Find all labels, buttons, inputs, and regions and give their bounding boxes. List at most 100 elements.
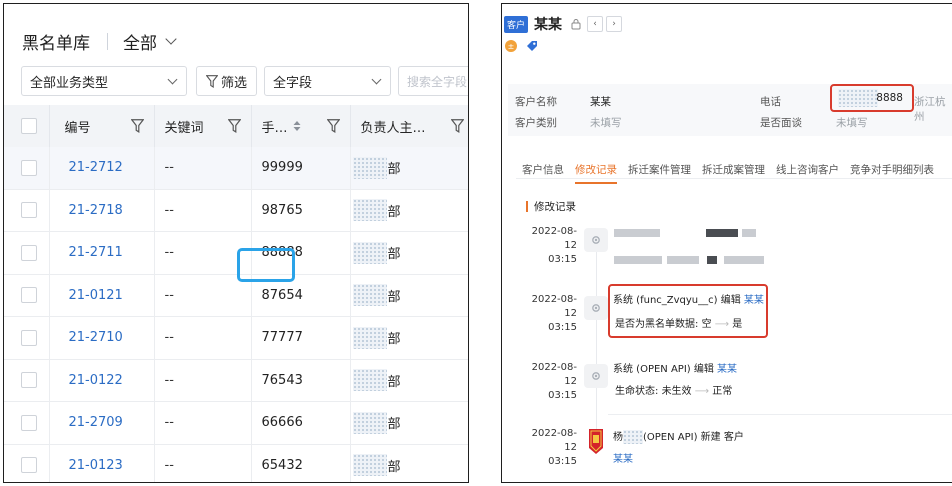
select-all-checkbox[interactable] bbox=[21, 118, 37, 134]
next-record-button[interactable]: › bbox=[606, 16, 623, 32]
table-row[interactable]: 21-0121 -- 87654 部 bbox=[4, 274, 468, 317]
column-header-phone: 手… bbox=[251, 105, 351, 147]
redacted-owner bbox=[352, 284, 387, 307]
redacted-owner bbox=[352, 411, 387, 434]
event-time: 03:15 bbox=[548, 322, 577, 333]
event-target-link[interactable]: 某某 bbox=[744, 295, 764, 306]
field-label: 电话 bbox=[760, 96, 781, 108]
tab-demolition-cases[interactable]: 拆迁案件管理 bbox=[628, 162, 691, 177]
row-checkbox-cell bbox=[4, 444, 50, 482]
visit-value: 未填写 bbox=[836, 117, 868, 129]
phone-cell: 66666 bbox=[261, 415, 303, 431]
event-actor: 系统 (func_Zvqyu__c) 编辑 bbox=[613, 295, 741, 306]
row-checkbox-cell bbox=[4, 359, 50, 402]
sort-icon[interactable] bbox=[292, 120, 302, 132]
tab-online-consult[interactable]: 线上咨询客户 bbox=[776, 162, 839, 177]
record-id-link[interactable]: 21-0122 bbox=[50, 373, 123, 388]
record-id-link[interactable]: 21-2718 bbox=[50, 203, 123, 218]
event-target-link[interactable]: 某某 bbox=[613, 454, 633, 465]
table-row[interactable]: 21-2718 -- 98765 部 bbox=[4, 189, 468, 232]
event-target-link[interactable]: 某某 bbox=[717, 364, 737, 375]
filter-icon[interactable] bbox=[130, 119, 144, 133]
phone-highlight-box: 8888 bbox=[830, 84, 914, 112]
table-row[interactable]: 21-0123 -- 65432 部 bbox=[4, 444, 468, 482]
row-checkbox[interactable] bbox=[21, 457, 37, 474]
record-id-link[interactable]: 21-0123 bbox=[50, 458, 123, 473]
column-header-owner: 负责人主… bbox=[350, 105, 468, 147]
table-row[interactable]: 21-2709 -- 66666 部 bbox=[4, 401, 468, 445]
redacted-text bbox=[667, 256, 699, 264]
changed-field: 生命状态: bbox=[615, 386, 659, 397]
phone-tail-value: 8888 bbox=[876, 92, 903, 104]
prev-record-button[interactable]: ‹ bbox=[587, 16, 604, 32]
keyword-cell: -- bbox=[164, 160, 174, 176]
row-checkbox[interactable] bbox=[21, 372, 37, 389]
table-row[interactable]: 21-0122 -- 76543 部 bbox=[4, 359, 468, 402]
event-summary: 系统 (func_Zvqyu__c) 编辑 某某 bbox=[613, 294, 764, 308]
record-id-link[interactable]: 21-2709 bbox=[50, 415, 123, 430]
field-label: 客户名称 bbox=[515, 96, 557, 108]
record-id-link[interactable]: 21-0121 bbox=[50, 288, 123, 303]
keyword-cell: -- bbox=[164, 415, 174, 431]
filter-icon[interactable] bbox=[326, 119, 340, 133]
owner-dept: 部 bbox=[387, 162, 401, 178]
redacted-phone bbox=[838, 89, 878, 107]
phone-cell: 99999 bbox=[261, 160, 303, 176]
event-date: 2022-08-12 bbox=[531, 362, 577, 387]
event-summary: 杨 (OPEN API) 新建 客户 bbox=[613, 430, 744, 445]
table-row[interactable]: 21-2712 -- 99999 部 bbox=[4, 147, 468, 190]
owner-dept: 部 bbox=[387, 459, 401, 475]
record-id-link[interactable]: 21-2712 bbox=[50, 160, 123, 175]
arrow-right-icon: ⟶ bbox=[694, 386, 710, 397]
keyword-cell: -- bbox=[164, 457, 174, 473]
event-change: 某某 bbox=[613, 453, 633, 467]
new-value: 是 bbox=[732, 319, 743, 330]
row-checkbox[interactable] bbox=[21, 244, 37, 261]
row-checkbox[interactable] bbox=[21, 159, 37, 176]
event-datetime: 2022-08-12 03:15 bbox=[529, 293, 577, 335]
view-selector[interactable]: 全部 bbox=[123, 29, 157, 54]
keyword-cell: -- bbox=[164, 372, 174, 388]
business-type-select[interactable]: 全部业务类型 bbox=[21, 66, 187, 96]
table-row[interactable]: 21-2711 -- 88888 部 bbox=[4, 231, 468, 283]
tag-icon[interactable] bbox=[526, 40, 538, 52]
tab-demolition-closed[interactable]: 拆迁成案管理 bbox=[702, 162, 765, 177]
filter-icon[interactable] bbox=[450, 119, 464, 133]
filter-button[interactable]: 筛选 bbox=[196, 66, 257, 96]
row-checkbox-cell bbox=[4, 147, 50, 190]
filter-icon[interactable] bbox=[227, 119, 241, 133]
column-keyword-label: 关键词 bbox=[164, 120, 204, 136]
field-select[interactable]: 全字段 bbox=[264, 66, 391, 96]
tab-competitors[interactable]: 竞争对手明细列表 bbox=[850, 162, 934, 177]
phone-cell: 98765 bbox=[261, 202, 303, 218]
owner-dept: 部 bbox=[387, 289, 401, 305]
customer-info-card: 客户名称 某某 客户类别 未填写 电话 8888 浙江杭州 是否面谈 未填写 bbox=[508, 84, 952, 136]
event-datetime: 2022-08-12 03:15 bbox=[529, 361, 577, 403]
record-id-link[interactable]: 21-2711 bbox=[50, 245, 123, 260]
status-icons: ± bbox=[505, 40, 538, 52]
table-row[interactable]: 21-2710 -- 77777 部 bbox=[4, 316, 468, 360]
tab-change-log[interactable]: 修改记录 bbox=[575, 162, 617, 184]
row-checkbox[interactable] bbox=[21, 414, 37, 431]
redacted-owner bbox=[352, 241, 387, 264]
row-checkbox[interactable] bbox=[21, 202, 37, 219]
customer-detail-panel: 客户 某某 ‹ › ± 客户名称 某某 客户类别 未填写 电话 8888 浙江杭… bbox=[501, 3, 952, 483]
search-input[interactable]: 搜索全字段 bbox=[398, 66, 468, 96]
lock-icon[interactable] bbox=[570, 18, 582, 30]
row-checkbox[interactable] bbox=[21, 329, 37, 346]
redacted-text bbox=[707, 256, 717, 264]
record-id-link[interactable]: 21-2710 bbox=[50, 330, 123, 345]
customer-name-title: 某某 bbox=[534, 17, 563, 33]
field-select-value: 全字段 bbox=[273, 75, 313, 91]
user-avatar-icon[interactable] bbox=[586, 426, 606, 456]
row-checkbox[interactable] bbox=[21, 287, 37, 304]
event-time: 03:15 bbox=[548, 456, 577, 467]
owner-dept: 部 bbox=[387, 374, 401, 390]
keyword-cell: -- bbox=[164, 202, 174, 218]
owner-avatar-icon[interactable]: ± bbox=[505, 40, 517, 52]
list-header: 黑名单库 全部 bbox=[22, 28, 177, 54]
chevron-down-icon[interactable] bbox=[165, 33, 177, 45]
row-checkbox-cell bbox=[4, 231, 50, 275]
customer-name-value: 某某 bbox=[590, 96, 611, 108]
tab-customer-info[interactable]: 客户信息 bbox=[522, 162, 564, 177]
